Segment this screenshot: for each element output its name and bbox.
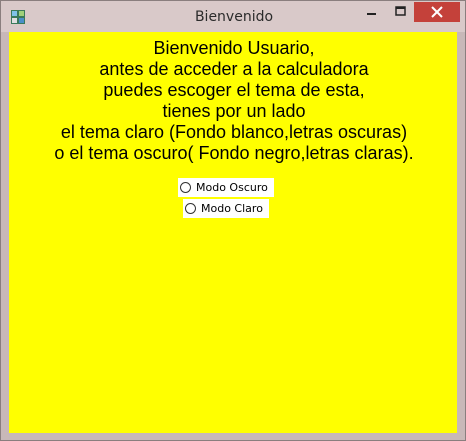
minimize-button[interactable]	[357, 1, 387, 23]
message-line: o el tema oscuro( Fondo negro,letras cla…	[54, 143, 414, 163]
client-area: Bienvenido Usuario, antes de acceder a l…	[9, 32, 457, 433]
message-line: antes de acceder a la calculadora	[99, 59, 369, 79]
close-icon	[431, 6, 443, 18]
message-line: Bienvenido Usuario,	[153, 38, 315, 58]
maximize-icon	[395, 6, 406, 16]
radio-light-mode[interactable]: Modo Claro	[183, 199, 269, 218]
welcome-message: Bienvenido Usuario, antes de acceder a l…	[9, 38, 459, 164]
radio-dark-mode-label: Modo Oscuro	[196, 181, 268, 194]
radio-circle-icon[interactable]	[185, 203, 196, 214]
maximize-button[interactable]	[387, 1, 413, 23]
minimize-icon	[367, 13, 376, 15]
radio-dark-mode[interactable]: Modo Oscuro	[178, 178, 274, 197]
close-button[interactable]	[414, 2, 460, 22]
title-bar[interactable]: Bienvenido	[1, 1, 465, 32]
window: Bienvenido Bienvenido Usuario, antes de …	[0, 0, 466, 441]
message-line: tienes por un lado	[162, 101, 306, 121]
message-line: puedes escoger el tema de esta,	[103, 80, 365, 100]
radio-light-mode-label: Modo Claro	[201, 202, 263, 215]
radio-circle-icon[interactable]	[180, 182, 191, 193]
message-line: el tema claro (Fondo blanco,letras oscur…	[60, 122, 408, 142]
